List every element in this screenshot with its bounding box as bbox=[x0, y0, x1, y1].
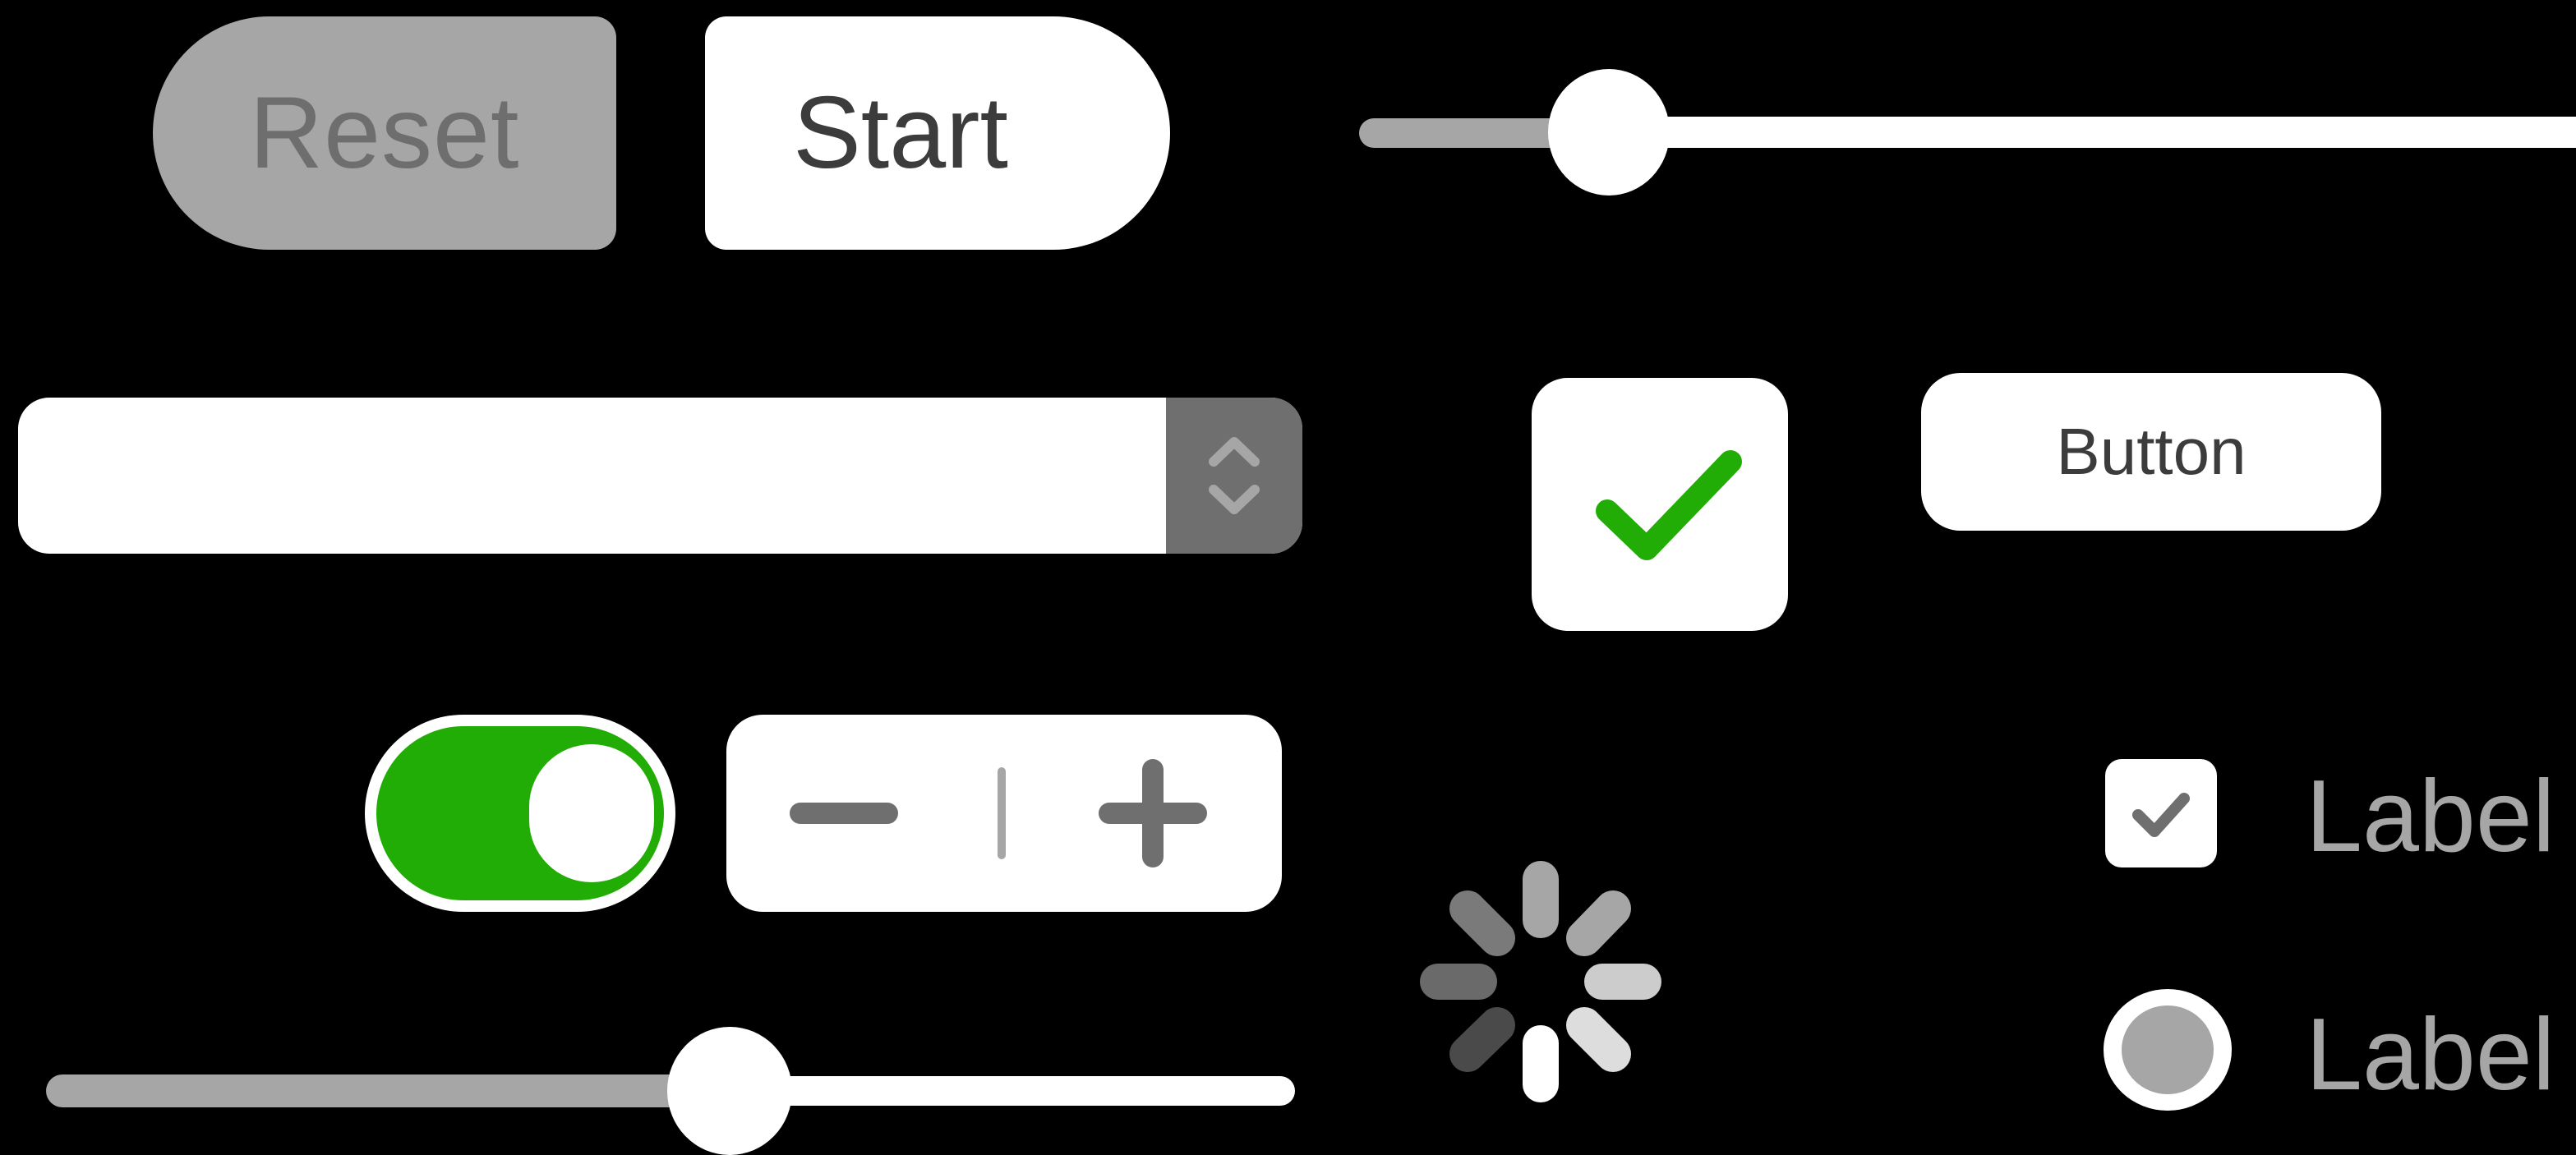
start-label: Start bbox=[793, 76, 1008, 190]
checkmark-icon bbox=[1596, 450, 1742, 560]
bottom-slider-track bbox=[731, 1076, 1295, 1106]
checkmark-icon bbox=[2132, 793, 2190, 837]
push-button-label: Button bbox=[2056, 415, 2247, 488]
plus-icon bbox=[1099, 759, 1207, 867]
stepper-plus-button[interactable] bbox=[1006, 715, 1282, 912]
top-slider[interactable] bbox=[1359, 115, 2576, 151]
top-slider-thumb[interactable] bbox=[1548, 69, 1670, 196]
activity-spinner bbox=[1397, 838, 1684, 1125]
checkbox-label: Label bbox=[2306, 760, 2555, 873]
top-slider-track bbox=[1597, 117, 2576, 148]
radio-label: Label bbox=[2306, 998, 2555, 1111]
toggle-switch[interactable] bbox=[365, 715, 675, 912]
stepper[interactable] bbox=[726, 715, 1282, 912]
combo-arrows[interactable] bbox=[1166, 398, 1302, 554]
push-button[interactable]: Button bbox=[1921, 373, 2381, 531]
stepper-minus-button[interactable] bbox=[726, 715, 998, 912]
bottom-slider-fill bbox=[46, 1074, 731, 1107]
radio-button[interactable] bbox=[2104, 989, 2232, 1111]
activity-spinner-icon bbox=[1420, 861, 1661, 1102]
stepper-divider bbox=[998, 767, 1006, 859]
toggle-track bbox=[376, 726, 664, 900]
reset-label: Reset bbox=[249, 76, 520, 190]
small-checkbox[interactable] bbox=[2105, 759, 2217, 867]
combo-field[interactable] bbox=[18, 398, 1302, 554]
bottom-slider-thumb[interactable] bbox=[667, 1027, 792, 1155]
large-checkbox[interactable] bbox=[1532, 378, 1788, 631]
minus-icon bbox=[790, 803, 898, 824]
start-button[interactable]: Start bbox=[705, 16, 1170, 250]
reset-button[interactable]: Reset bbox=[153, 16, 616, 250]
toggle-knob bbox=[529, 744, 654, 882]
radio-dot bbox=[2122, 1005, 2214, 1094]
chevron-up-down-icon bbox=[1209, 437, 1260, 514]
